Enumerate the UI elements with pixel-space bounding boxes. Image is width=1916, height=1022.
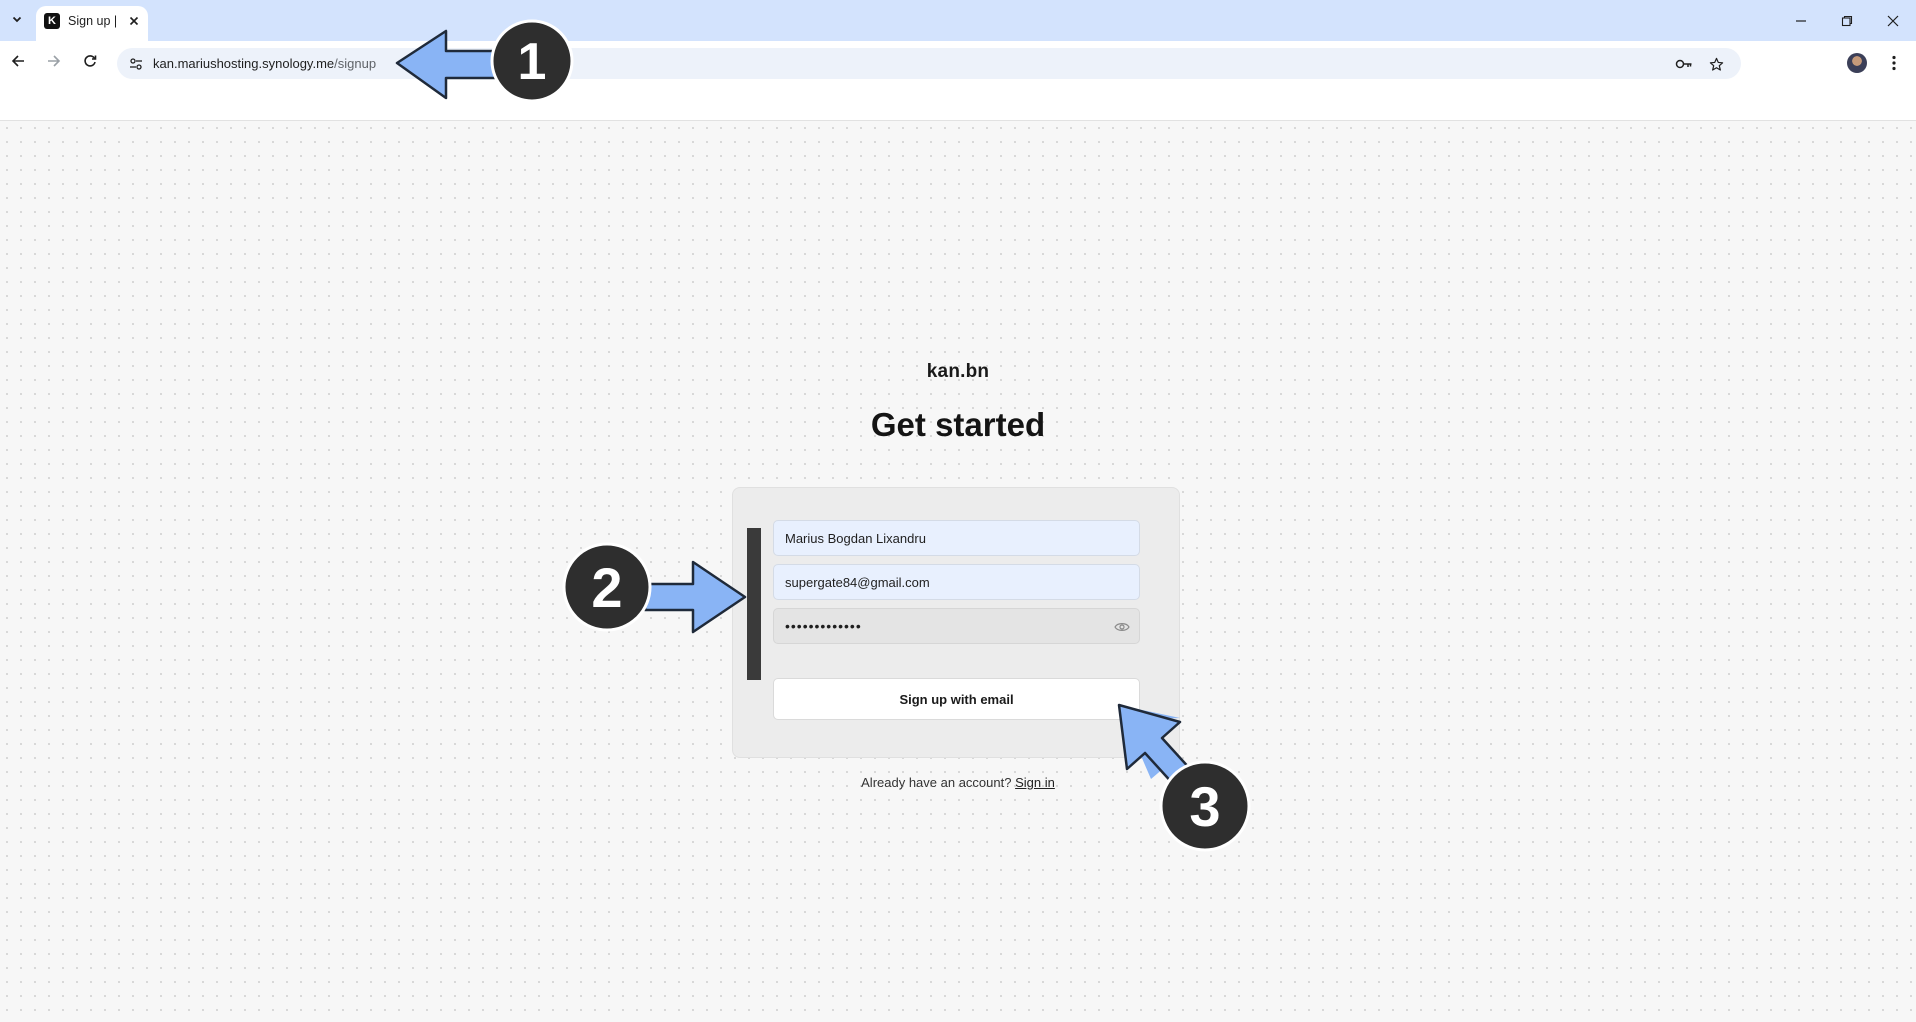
annotation-label-3: 3 xyxy=(1189,775,1220,838)
annotation-arrow-2 xyxy=(643,560,747,634)
annotation-label-1: 1 xyxy=(518,33,547,91)
annotation-bracket xyxy=(747,528,761,680)
tutorial-annotations: 1 2 3 xyxy=(395,19,1251,852)
annotation-label-2: 2 xyxy=(591,556,622,619)
